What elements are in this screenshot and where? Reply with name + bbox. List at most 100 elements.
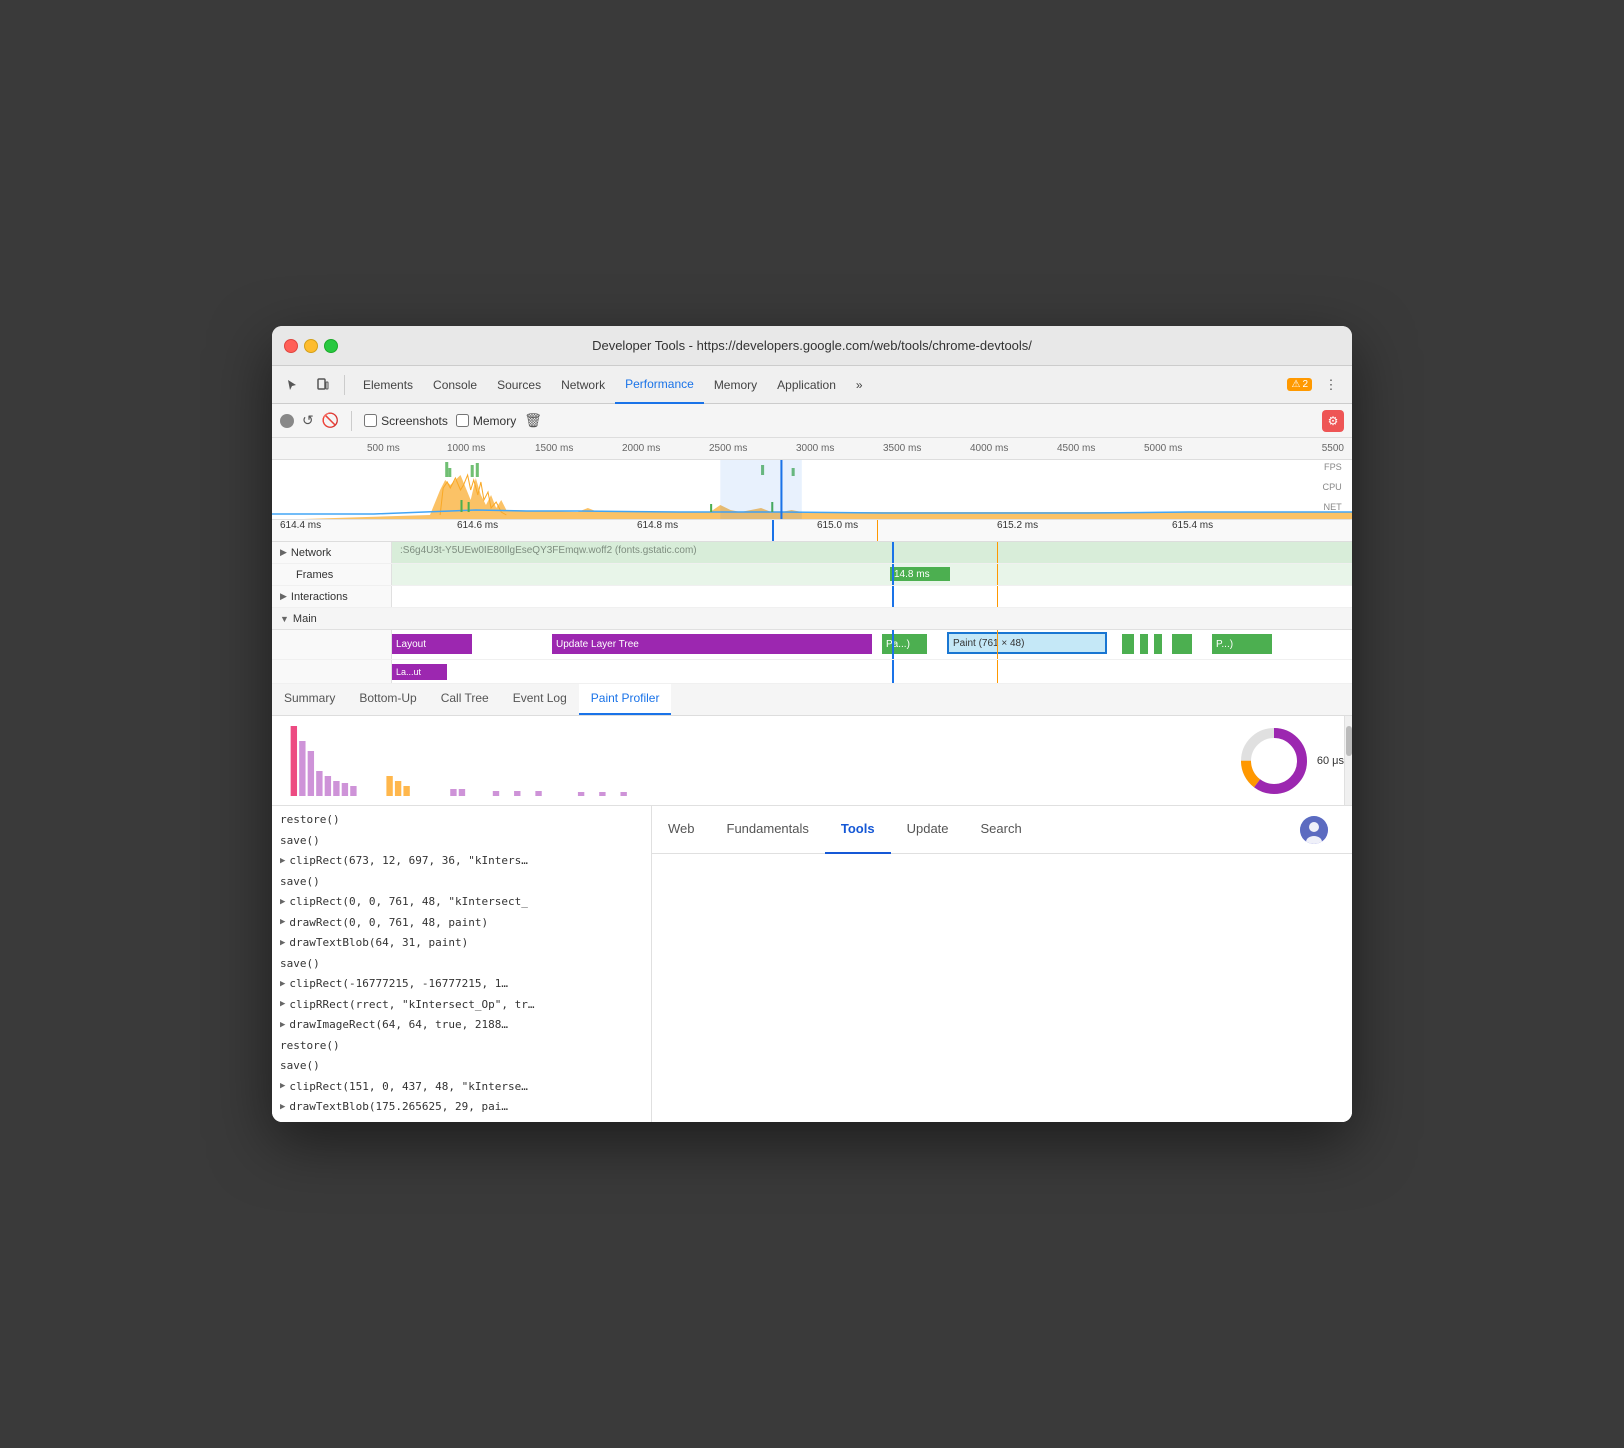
time-marker-orange xyxy=(877,520,878,541)
device-toolbar-btn[interactable] xyxy=(310,372,336,398)
time-cursor xyxy=(772,520,774,541)
paint-short1-bar[interactable]: Pa...) xyxy=(882,634,927,654)
main-expand[interactable]: ▼ xyxy=(280,614,289,624)
nav-tabs: Elements Console Sources Network Perform… xyxy=(353,366,1283,404)
screenshots-checkbox[interactable] xyxy=(364,414,377,427)
small-green-2 xyxy=(1140,634,1148,654)
cmd-drawtextblob-1[interactable]: ▶ drawTextBlob(64, 31, paint) xyxy=(272,933,651,954)
cmd-arrow-1: ▶ xyxy=(280,855,285,869)
cmd-cliprect-2[interactable]: ▶ clipRect(0, 0, 761, 48, "kIntersect_ xyxy=(272,892,651,913)
trash-btn[interactable]: 🗑 xyxy=(524,412,542,429)
warning-count: 2 xyxy=(1302,379,1308,390)
ruler-500: 500 ms xyxy=(367,443,400,454)
frames-content: 14.8 ms xyxy=(392,564,1352,585)
cmd-drawtextblob-2[interactable]: ▶ drawTextBlob(175.265625, 29, pai… xyxy=(272,1097,651,1118)
cmd-arrow-3: ▶ xyxy=(280,916,285,930)
close-button[interactable] xyxy=(284,339,298,353)
interactions-label: ▶ Interactions xyxy=(272,586,392,607)
tab-memory[interactable]: Memory xyxy=(704,366,767,404)
cmd-cliprrect[interactable]: ▶ clipRRect(rrect, "kIntersect_Op", tr… xyxy=(272,995,651,1016)
cmd-cliprect-3[interactable]: ▶ clipRect(-16777215, -16777215, 1… xyxy=(272,974,651,995)
cmd-save-4[interactable]: save() xyxy=(272,1056,651,1077)
cmd-drawimagerect[interactable]: ▶ drawImageRect(64, 64, true, 2188… xyxy=(272,1015,651,1036)
network-bar xyxy=(392,542,1352,563)
tab-performance[interactable]: Performance xyxy=(615,366,704,404)
warning-badge: ⚠ 2 xyxy=(1287,378,1312,391)
browser-tab-tools[interactable]: Tools xyxy=(825,806,891,854)
more-options-btn[interactable]: ⋮ xyxy=(1318,372,1344,398)
waveform-area: FPS CPU NET xyxy=(272,460,1352,520)
donut-label: 60 μs xyxy=(1317,755,1344,767)
layout-bar[interactable]: Layout xyxy=(392,634,472,654)
ruler-2500: 2500 ms xyxy=(709,443,747,454)
cmd-cliprect-4[interactable]: ▶ clipRect(151, 0, 437, 48, "kInterse… xyxy=(272,1077,651,1098)
memory-checkbox[interactable] xyxy=(456,414,469,427)
cmd-arrow-5: ▶ xyxy=(280,978,285,992)
refresh-btn[interactable]: ↺ xyxy=(302,412,314,429)
sub-events-label xyxy=(272,660,392,683)
user-avatar xyxy=(1300,816,1328,844)
interactions-orange xyxy=(997,586,998,607)
chart-scroll-thumb[interactable] xyxy=(1346,726,1352,756)
interactions-cursor xyxy=(892,586,894,607)
browser-tab-web[interactable]: Web xyxy=(652,806,711,854)
main-cursor xyxy=(892,630,894,659)
cmd-restore-2[interactable]: restore() xyxy=(272,1036,651,1057)
screenshots-checkbox-label[interactable]: Screenshots xyxy=(364,414,448,428)
cmd-drawrect[interactable]: ▶ drawRect(0, 0, 761, 48, paint) xyxy=(272,913,651,934)
cmd-restore-1[interactable]: restore() xyxy=(272,810,651,831)
small-green-1 xyxy=(1122,634,1134,654)
paint-short2-bar[interactable]: P...) xyxy=(1212,634,1272,654)
ruler-3000: 3000 ms xyxy=(796,443,834,454)
window-title: Developer Tools - https://developers.goo… xyxy=(592,338,1032,353)
sub-orange xyxy=(997,660,998,683)
interactions-expand[interactable]: ▶ xyxy=(280,591,287,602)
paint-full-bar[interactable]: Paint (761 × 48) xyxy=(947,632,1107,654)
tab-event-log[interactable]: Event Log xyxy=(501,683,579,715)
cmd-arrow-7: ▶ xyxy=(280,1019,285,1033)
record-btn[interactable] xyxy=(280,414,294,428)
browser-tab-search[interactable]: Search xyxy=(965,806,1038,854)
sub-cursor xyxy=(892,660,894,683)
small-green-4 xyxy=(1172,634,1192,654)
cmd-save-2[interactable]: save() xyxy=(272,872,651,893)
warning-icon: ⚠ xyxy=(1291,379,1300,390)
tab-network[interactable]: Network xyxy=(551,366,615,404)
tab-sources[interactable]: Sources xyxy=(487,366,551,404)
settings-btn[interactable]: ⚙ xyxy=(1322,410,1344,432)
cursor-tool-btn[interactable] xyxy=(280,372,306,398)
cmd-cliprect-1[interactable]: ▶ clipRect(673, 12, 697, 36, "kInters… xyxy=(272,851,651,872)
network-row: ▶ Network :S6g4U3t-Y5UEw0IE80IlgEseQY3FE… xyxy=(272,542,1352,564)
traffic-lights xyxy=(284,339,338,353)
browser-tab-update[interactable]: Update xyxy=(891,806,965,854)
ruler-5000: 5000 ms xyxy=(1144,443,1182,454)
tab-call-tree[interactable]: Call Tree xyxy=(429,683,501,715)
update-layer-tree-bar[interactable]: Update Layer Tree xyxy=(552,634,872,654)
cmd-save-1[interactable]: save() xyxy=(272,831,651,852)
chart-scrollbar[interactable] xyxy=(1344,716,1352,805)
frames-bar: 14.8 ms xyxy=(890,567,950,581)
clear-btn[interactable]: 🚫 xyxy=(322,412,339,429)
network-expand[interactable]: ▶ xyxy=(280,547,287,558)
command-browser-split: restore() save() ▶ clipRect(673, 12, 697… xyxy=(272,806,1352,1122)
tab-bottom-up[interactable]: Bottom-Up xyxy=(347,683,428,715)
small-green-3 xyxy=(1154,634,1162,654)
cmd-save-3[interactable]: save() xyxy=(272,954,651,975)
detail-time-1: 614.4 ms xyxy=(280,520,321,531)
tab-application[interactable]: Application xyxy=(767,366,846,404)
tab-summary[interactable]: Summary xyxy=(272,683,347,715)
tab-elements[interactable]: Elements xyxy=(353,366,423,404)
tab-paint-profiler[interactable]: Paint Profiler xyxy=(579,683,672,715)
frames-label: Frames xyxy=(272,564,392,585)
minimize-button[interactable] xyxy=(304,339,318,353)
main-events-label xyxy=(272,630,392,659)
memory-checkbox-label[interactable]: Memory xyxy=(456,414,516,428)
browser-tab-fundamentals[interactable]: Fundamentals xyxy=(711,806,825,854)
tab-console[interactable]: Console xyxy=(423,366,487,404)
layout-sub-bar[interactable]: La...ut xyxy=(392,664,447,680)
tab-more[interactable]: » xyxy=(846,366,873,404)
zoom-button[interactable] xyxy=(324,339,338,353)
ruler-1500: 1500 ms xyxy=(535,443,573,454)
donut-area: 60 μs xyxy=(1239,726,1344,796)
bottom-content: 60 μs restore() save() xyxy=(272,716,1352,1122)
